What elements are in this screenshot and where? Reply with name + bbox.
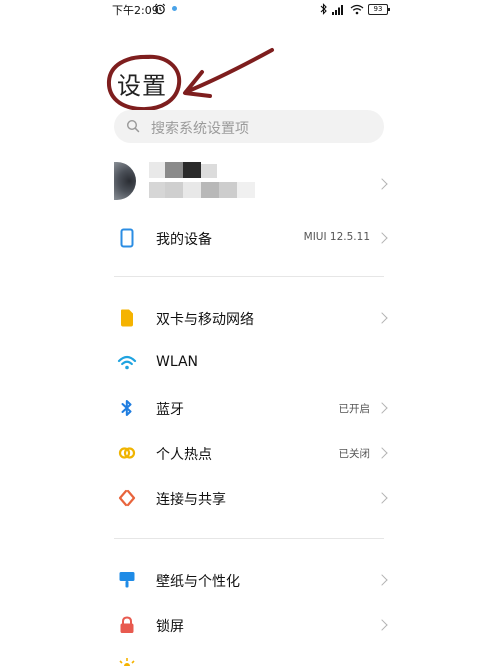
chevron-right-icon bbox=[376, 402, 388, 414]
wifi-status-icon bbox=[350, 4, 364, 14]
chevron-right-icon bbox=[376, 232, 388, 244]
avatar bbox=[114, 162, 136, 200]
lock-icon bbox=[120, 616, 134, 633]
phone-icon bbox=[120, 228, 134, 248]
search-placeholder: 搜索系统设置项 bbox=[151, 121, 249, 137]
settings-item-label: 壁纸与个性化 bbox=[156, 574, 240, 590]
settings-item-hotspot[interactable]: 个人热点 已关闭 bbox=[114, 436, 390, 470]
connection-share-icon bbox=[118, 489, 136, 507]
bluetooth-status-icon bbox=[320, 3, 327, 15]
chevron-right-icon bbox=[376, 312, 388, 324]
chevron-right-icon bbox=[376, 492, 388, 504]
settings-item-label: 连接与共享 bbox=[156, 492, 226, 508]
settings-item-label: 我的设备 bbox=[156, 232, 212, 248]
notification-dot-icon bbox=[172, 6, 177, 11]
settings-item-value: 已开启 bbox=[338, 403, 371, 415]
account-row[interactable] bbox=[114, 162, 390, 206]
settings-item-value: 已关闭 bbox=[338, 448, 371, 460]
chevron-right-icon bbox=[376, 619, 388, 631]
settings-item-wallpaper[interactable]: 壁纸与个性化 bbox=[114, 563, 390, 597]
settings-item-lock-screen[interactable]: 锁屏 bbox=[114, 608, 390, 642]
status-icons: 93 bbox=[320, 3, 390, 15]
chevron-right-icon bbox=[376, 574, 388, 586]
settings-item-value: MIUI 12.5.11 bbox=[303, 231, 370, 243]
settings-item-label: 锁屏 bbox=[156, 619, 184, 635]
status-time: 下午2:09 bbox=[112, 4, 159, 17]
wallpaper-icon bbox=[119, 572, 135, 588]
settings-item-wlan[interactable]: WLAN bbox=[114, 346, 390, 380]
settings-item-label: WLAN bbox=[156, 354, 199, 370]
wifi-icon bbox=[117, 355, 137, 370]
settings-item-label: 双卡与移动网络 bbox=[156, 312, 254, 328]
bluetooth-icon bbox=[121, 400, 132, 416]
settings-item-bluetooth[interactable]: 蓝牙 已开启 bbox=[114, 391, 390, 425]
search-icon bbox=[126, 119, 140, 133]
divider bbox=[114, 538, 384, 539]
chevron-right-icon bbox=[376, 178, 388, 190]
page-title: 设置 bbox=[117, 72, 167, 100]
status-bar: 下午2:09 93 bbox=[0, 0, 500, 20]
arrow-annotation-icon bbox=[183, 48, 274, 98]
battery-icon: 93 bbox=[368, 3, 390, 15]
settings-item-connection-share[interactable]: 连接与共享 bbox=[114, 481, 390, 515]
chevron-right-icon bbox=[376, 447, 388, 459]
sim-card-icon bbox=[121, 309, 133, 327]
signal-icon bbox=[332, 4, 343, 15]
divider bbox=[114, 276, 384, 277]
hotspot-icon bbox=[118, 447, 136, 459]
alarm-icon bbox=[154, 3, 166, 15]
settings-item-label: 个人热点 bbox=[156, 447, 212, 463]
settings-item-label: 蓝牙 bbox=[156, 402, 184, 418]
settings-item-sim-network[interactable]: 双卡与移动网络 bbox=[114, 301, 390, 335]
display-icon bbox=[119, 658, 135, 666]
search-input[interactable]: 搜索系统设置项 bbox=[114, 110, 384, 143]
settings-item-my-device[interactable]: 我的设备 MIUI 12.5.11 bbox=[114, 221, 390, 255]
title-area: 设置 bbox=[105, 52, 183, 114]
